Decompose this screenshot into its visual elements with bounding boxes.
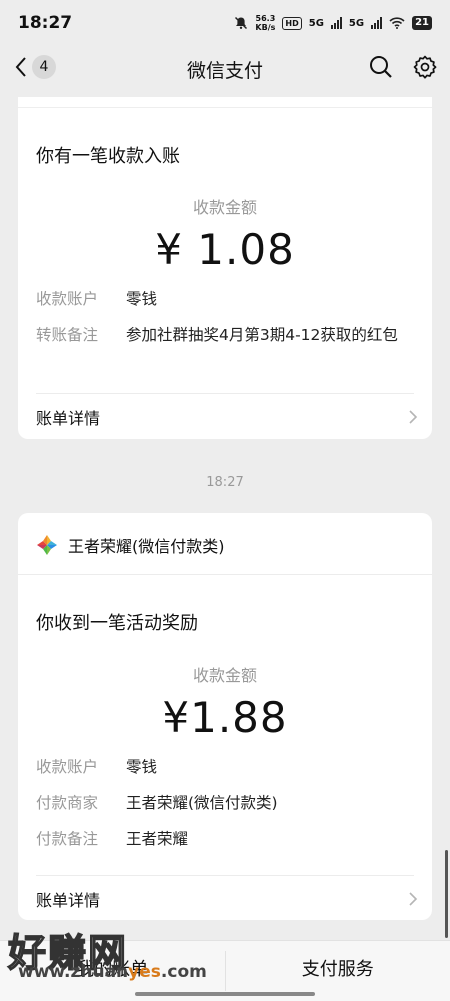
- amount-label: 收款金额: [18, 662, 432, 686]
- info-row: 转账备注 参加社群抽奖4月第3期4-12获取的红包: [36, 323, 414, 347]
- wifi-icon: [389, 17, 405, 29]
- status-icons: 56.3 KB/s HD 5G 5G 21: [234, 14, 432, 32]
- info-value: 王者荣耀(微信付款类): [126, 791, 278, 815]
- title-actions: [368, 54, 438, 80]
- net-speed: 56.3 KB/s: [255, 14, 275, 32]
- amount-value: ¥ 1.08: [18, 225, 432, 274]
- chevron-right-icon: [408, 891, 418, 907]
- divider: [18, 574, 432, 575]
- info-value: 王者荣耀: [126, 827, 188, 851]
- notice-title: 你有一笔收款入账: [36, 142, 180, 168]
- info-key: 收款账户: [36, 287, 126, 311]
- message-timestamp: 18:27: [0, 475, 450, 490]
- card-top-divider: [18, 97, 432, 108]
- bill-detail-link[interactable]: 账单详情: [36, 887, 418, 911]
- info-key: 付款备注: [36, 827, 126, 851]
- merchant-header: 王者荣耀(微信付款类): [36, 533, 225, 557]
- bill-detail-label: 账单详情: [36, 405, 100, 429]
- scrollbar-thumb[interactable]: [445, 850, 448, 938]
- payment-notice-card-1[interactable]: 你有一笔收款入账 收款金额 ¥ 1.08 收款账户 零钱 转账备注 参加社群抽奖…: [18, 97, 432, 439]
- status-time: 18:27: [18, 13, 72, 33]
- signal-icon-2: [371, 17, 382, 29]
- amount-label: 收款金额: [18, 194, 432, 218]
- bill-detail-link[interactable]: 账单详情: [36, 405, 418, 429]
- notice-title: 你收到一笔活动奖励: [36, 609, 198, 635]
- bill-detail-label: 账单详情: [36, 887, 100, 911]
- info-value: 参加社群抽奖4月第3期4-12获取的红包: [126, 323, 414, 347]
- info-row: 付款备注 王者荣耀: [36, 827, 414, 851]
- hd-indicator: HD: [282, 17, 301, 30]
- sim1-label: 5G: [309, 18, 324, 29]
- home-indicator[interactable]: [135, 992, 315, 996]
- info-value: 零钱: [126, 755, 157, 779]
- info-key: 转账备注: [36, 323, 126, 347]
- payment-notice-card-2[interactable]: 王者荣耀(微信付款类) 你收到一笔活动奖励 收款金额 ¥1.88 收款账户 零钱…: [18, 513, 432, 920]
- info-row: 收款账户 零钱: [36, 287, 414, 311]
- info-row: 收款账户 零钱: [36, 755, 414, 779]
- merchant-logo-icon: [36, 534, 58, 556]
- battery-icon: 21: [412, 16, 432, 30]
- info-key: 收款账户: [36, 755, 126, 779]
- info-key: 付款商家: [36, 791, 126, 815]
- divider: [36, 875, 414, 876]
- divider: [36, 393, 414, 394]
- sim2-label: 5G: [349, 18, 364, 29]
- signal-icon: [331, 17, 342, 29]
- settings-gear-icon[interactable]: [412, 54, 438, 80]
- merchant-name: 王者荣耀(微信付款类): [68, 533, 225, 557]
- chevron-right-icon: [408, 409, 418, 425]
- info-row: 付款商家 王者荣耀(微信付款类): [36, 791, 414, 815]
- title-bar: 4 微信支付: [0, 46, 450, 90]
- amount-value: ¥1.88: [18, 693, 432, 742]
- status-bar: 18:27 56.3 KB/s HD 5G 5G 21: [0, 0, 450, 46]
- mute-bell-icon: [234, 16, 248, 30]
- info-value: 零钱: [126, 287, 157, 311]
- search-icon[interactable]: [368, 54, 394, 80]
